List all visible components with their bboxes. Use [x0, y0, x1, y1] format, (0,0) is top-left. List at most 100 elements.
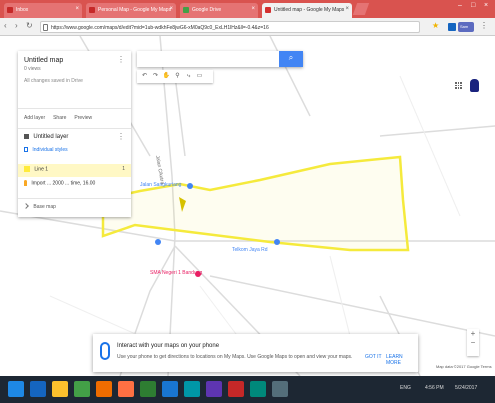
close-window-icon[interactable]: ×: [484, 2, 488, 9]
marker-icon[interactable]: ⚲: [172, 72, 183, 81]
taskbar: ENG 4:56 PM 5/24/2017: [0, 376, 495, 403]
map-header: Untitled map 0 views All changes saved i…: [18, 51, 131, 109]
place-marker-icon[interactable]: [155, 239, 161, 245]
more-options-icon[interactable]: ⋮: [117, 55, 125, 64]
firefox-icon[interactable]: [118, 381, 134, 397]
app-icon[interactable]: [228, 381, 244, 397]
back-icon[interactable]: ‹: [4, 21, 7, 30]
map-views: 0 views: [24, 66, 41, 72]
browser-menu-icon[interactable]: ⋮: [480, 21, 488, 30]
gmail-icon: [7, 7, 13, 13]
close-icon[interactable]: ×: [75, 6, 79, 12]
tray-lang[interactable]: ENG: [400, 385, 411, 391]
maps-icon: [89, 7, 95, 13]
url-input[interactable]: https://www.google.com/maps/d/edit?mid=1…: [40, 21, 420, 33]
map-label[interactable]: SMA Negeri 1 Bandung: [150, 270, 202, 276]
place-marker-icon[interactable]: [274, 239, 280, 245]
office-icon[interactable]: [96, 381, 112, 397]
zoom-out-button[interactable]: −: [467, 338, 479, 347]
map-save-status: All changes saved in Drive: [24, 78, 83, 84]
chevron-right-icon: [23, 203, 29, 209]
tab-title: Personal Map - Google My Maps: [98, 7, 172, 13]
feature-label: Import ... 2000 ... time, 16.00: [31, 180, 96, 187]
maximize-icon[interactable]: □: [471, 2, 475, 9]
apps-grid-icon[interactable]: [455, 82, 462, 89]
reload-icon[interactable]: ↻: [26, 21, 33, 30]
tray-date[interactable]: 5/24/2017: [455, 385, 477, 391]
polyline-icon[interactable]: ⤷: [183, 73, 194, 82]
chrome-icon[interactable]: [140, 381, 156, 397]
layer-header: Untitled layer ⋮: [24, 132, 125, 145]
map-label[interactable]: Telkom Jaya Rd: [232, 247, 268, 253]
app-icon[interactable]: [184, 381, 200, 397]
app-icon[interactable]: [250, 381, 266, 397]
extension-icon[interactable]: [448, 23, 456, 31]
drive-icon: [183, 7, 189, 13]
profile-button[interactable]: Sam: [458, 22, 474, 32]
lock-icon: [43, 24, 48, 31]
style-icon: [24, 147, 28, 153]
map-attribution: Map data ©2017 Google Terms: [436, 364, 492, 369]
layer-checkbox[interactable]: [24, 134, 29, 140]
tab-title: Untitled map - Google My Maps: [274, 7, 345, 13]
map-actions: Add layer Share Preview: [18, 109, 131, 129]
pin-icon: [24, 180, 27, 186]
base-map-toggle[interactable]: Base map: [18, 199, 131, 217]
new-tab-button[interactable]: [352, 3, 370, 15]
close-icon[interactable]: ×: [251, 6, 255, 12]
feature-item[interactable]: Line 1 1: [18, 164, 131, 177]
tab-title: Google Drive: [192, 7, 222, 13]
star-icon[interactable]: ★: [432, 21, 439, 30]
tray-time[interactable]: 4:56 PM: [425, 385, 444, 391]
phone-icon: [100, 342, 110, 360]
place-marker-icon[interactable]: [187, 183, 193, 189]
feature-label: Line 1: [34, 166, 49, 173]
app-icon[interactable]: [206, 381, 222, 397]
map-title[interactable]: Untitled map: [24, 57, 125, 64]
redo-icon[interactable]: ↷: [150, 72, 161, 81]
screen: Inbox × Personal Map - Google My Maps × …: [0, 0, 495, 403]
close-icon[interactable]: ×: [169, 6, 173, 12]
zoom-in-button[interactable]: +: [467, 329, 479, 338]
banner-text: Use your phone to get directions to loca…: [117, 354, 353, 360]
share-button[interactable]: Share: [53, 115, 66, 121]
tab-title: Inbox: [16, 7, 29, 13]
word-icon[interactable]: [162, 381, 178, 397]
file-explorer-icon[interactable]: [52, 381, 68, 397]
tab-drive[interactable]: Google Drive ×: [180, 3, 258, 18]
app-icon[interactable]: [272, 381, 288, 397]
minimize-icon[interactable]: –: [458, 2, 462, 9]
search-icon: ⌕: [288, 53, 294, 62]
individual-styles-link[interactable]: Individual styles: [32, 147, 67, 153]
map-sidebar: Untitled map 0 views All changes saved i…: [18, 51, 131, 217]
url-text: https://www.google.com/maps/d/edit?mid=1…: [51, 25, 269, 31]
account-avatar[interactable]: [470, 79, 479, 92]
hand-icon[interactable]: ✋: [161, 72, 172, 81]
edge-icon[interactable]: [30, 381, 46, 397]
got-it-button[interactable]: GOT IT: [365, 354, 382, 360]
tab-personal-map[interactable]: Personal Map - Google My Maps ×: [86, 3, 176, 18]
feature-item[interactable]: Import ... 2000 ... time, 16.00: [24, 180, 125, 191]
learn-more-link[interactable]: LEARN MORE: [386, 354, 418, 366]
store-icon[interactable]: [74, 381, 90, 397]
tab-untitled-map[interactable]: Untitled map - Google My Maps ×: [262, 3, 352, 18]
layer-options-icon[interactable]: ⋮: [117, 132, 125, 141]
tab-bar: Inbox × Personal Map - Google My Maps × …: [0, 0, 495, 18]
phone-promo-banner: Interact with your maps on your phone Us…: [93, 334, 418, 372]
address-bar: ‹ › ↻ https://www.google.com/maps/d/edit…: [0, 18, 495, 36]
start-icon[interactable]: [8, 381, 24, 397]
map-toolbar: ↶ ↷ ✋ ⚲ ⤷ ▭: [137, 70, 213, 83]
layer-title[interactable]: Untitled layer: [33, 134, 68, 140]
maps-icon: [265, 7, 271, 13]
forward-icon[interactable]: ›: [15, 21, 18, 30]
map-canvas[interactable]: Jalan Sangkuriang Telkom Jaya Rd Jalan C…: [0, 36, 495, 376]
base-map-label: Base map: [33, 204, 56, 210]
preview-button[interactable]: Preview: [74, 115, 92, 121]
add-layer-button[interactable]: Add layer: [24, 115, 45, 121]
close-icon[interactable]: ×: [345, 6, 349, 12]
search-button[interactable]: ⌕: [279, 51, 303, 67]
undo-icon[interactable]: ↶: [139, 72, 150, 81]
layer-section: Untitled layer ⋮ Individual styles Line …: [18, 129, 131, 199]
ruler-icon[interactable]: ▭: [194, 72, 205, 81]
tab-inbox[interactable]: Inbox ×: [4, 3, 82, 18]
